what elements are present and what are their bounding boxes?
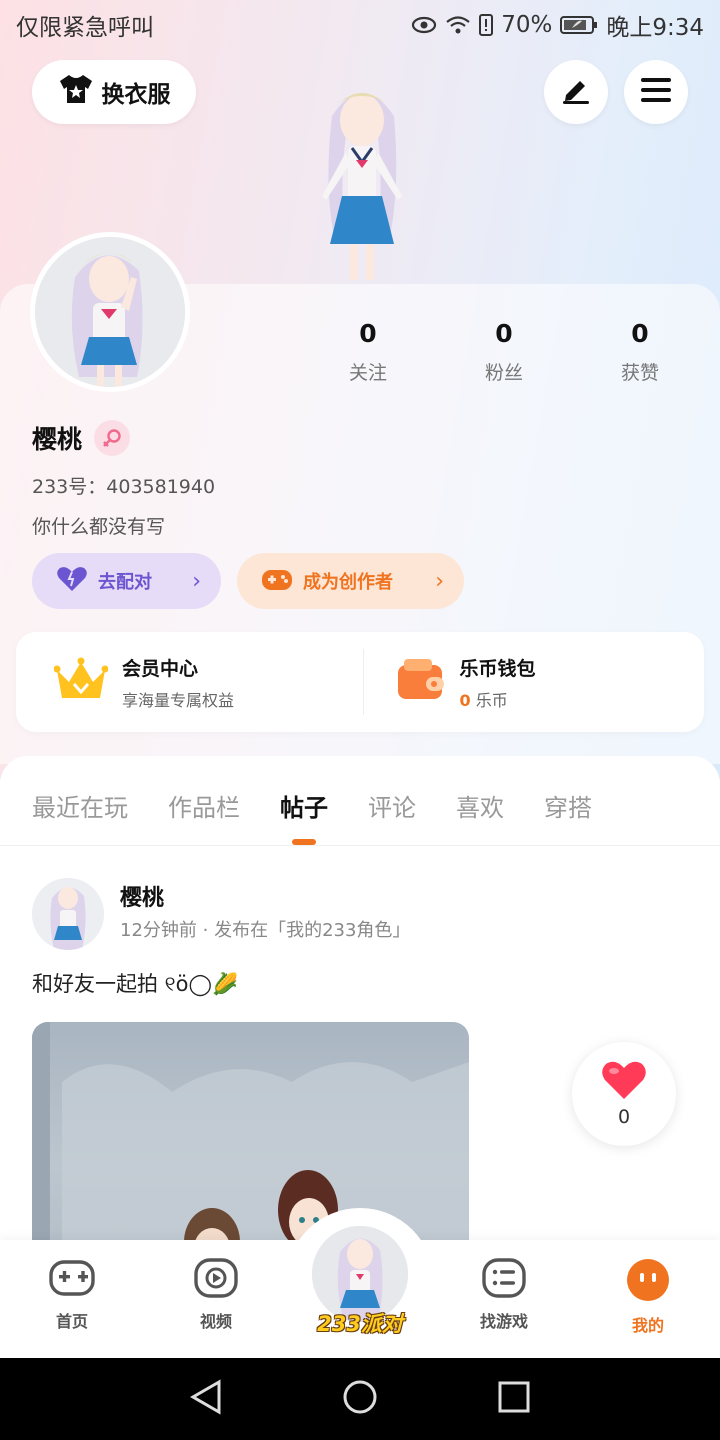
nav-home-label: 首页 <box>55 1312 88 1331</box>
chevron-right-icon: › <box>192 568 201 594</box>
edit-profile-button[interactable] <box>544 60 608 124</box>
list-icon <box>480 1258 528 1302</box>
tab-works[interactable]: 作品栏 <box>168 777 240 839</box>
tab-likes[interactable]: 喜欢 <box>456 777 504 839</box>
post-text: 和好友一起拍 ୧ö◯🌽 <box>32 972 239 996</box>
nav-find-games-label: 找游戏 <box>479 1312 528 1331</box>
profile-name: 樱桃 <box>32 425 83 454</box>
shirt-icon <box>58 73 94 111</box>
profile-avatar[interactable] <box>30 232 190 392</box>
wallet-title: 乐币钱包 <box>459 657 536 680</box>
match-button[interactable]: 去配对 › <box>32 553 221 609</box>
carrier-text: 仅限紧急呼叫 <box>16 15 154 41</box>
heart-icon <box>601 1060 647 1104</box>
like-button[interactable]: 0 <box>572 1042 676 1146</box>
change-outfit-label: 换衣服 <box>101 82 171 108</box>
stat-followers-label: 粉丝 <box>484 362 523 384</box>
post-meta: 12分钟前 · 发布在「我的233角色」 <box>120 920 411 941</box>
eye-icon <box>411 16 437 34</box>
profile-stats: 0 关注 0 粉丝 0 获赞 <box>300 316 720 385</box>
gamepad-icon <box>261 566 293 597</box>
chevron-right-icon: › <box>435 568 444 594</box>
system-navigation-bar <box>0 1358 720 1440</box>
face-icon <box>625 1258 671 1306</box>
alert-icon <box>479 14 494 36</box>
tab-comments[interactable]: 评论 <box>368 777 416 839</box>
heart-icon <box>56 566 88 597</box>
back-icon[interactable] <box>189 1379 223 1419</box>
recents-icon[interactable] <box>497 1380 531 1418</box>
tab-outfits[interactable]: 穿搭 <box>544 777 592 839</box>
change-outfit-button[interactable]: 换衣服 <box>32 60 196 124</box>
female-icon <box>94 420 131 456</box>
tab-recently-played[interactable]: 最近在玩 <box>32 777 128 839</box>
nav-home[interactable]: 首页 <box>22 1258 122 1332</box>
menu-button[interactable] <box>624 60 688 124</box>
stat-followers[interactable]: 0 粉丝 <box>436 316 572 385</box>
play-icon <box>192 1258 240 1302</box>
wifi-icon <box>445 15 471 35</box>
battery-percent: 70% <box>501 12 553 38</box>
nav-me[interactable]: 我的 <box>598 1258 698 1336</box>
character-figure[interactable] <box>282 76 442 286</box>
member-center-subtitle: 享海量专属权益 <box>122 690 235 710</box>
stat-likes[interactable]: 0 获赞 <box>572 316 708 385</box>
stat-likes-value: 0 <box>631 319 649 348</box>
status-bar: 仅限紧急呼叫 70% 晚上9:34 <box>0 0 720 50</box>
wallet-amount: 0 <box>459 690 471 710</box>
gamepad-icon <box>48 1258 96 1302</box>
stat-following-label: 关注 <box>348 362 387 384</box>
profile-bio: 你什么都没有写 <box>32 516 166 538</box>
user-id: 233号：403581940 <box>32 476 216 498</box>
stat-followers-value: 0 <box>495 319 513 348</box>
member-wallet-card: 会员中心 享海量专属权益 乐币钱包 0 乐币 <box>16 632 704 732</box>
post-author-name[interactable]: 樱桃 <box>120 880 164 912</box>
crown-icon <box>53 656 109 708</box>
stat-likes-label: 获赞 <box>620 362 659 384</box>
pencil-icon <box>560 75 592 109</box>
stat-following[interactable]: 0 关注 <box>300 316 436 385</box>
wallet-unit: 乐币 <box>475 690 508 710</box>
nav-party-label[interactable]: 233派对 <box>308 1308 412 1338</box>
stat-following-value: 0 <box>359 319 377 348</box>
nav-video-label: 视频 <box>199 1312 232 1331</box>
member-center-title: 会员中心 <box>122 657 199 680</box>
nav-me-label: 我的 <box>631 1316 664 1335</box>
become-creator-label: 成为创作者 <box>303 572 393 593</box>
like-count: 0 <box>617 1106 631 1128</box>
tab-posts[interactable]: 帖子 <box>280 777 328 845</box>
nav-find-games[interactable]: 找游戏 <box>454 1258 554 1332</box>
wallet-balance: 0 乐币 <box>460 687 536 711</box>
become-creator-button[interactable]: 成为创作者 › <box>237 553 464 609</box>
wallet-entry[interactable]: 乐币钱包 0 乐币 <box>362 649 705 715</box>
wallet-icon <box>396 657 446 707</box>
post-author-avatar[interactable] <box>32 878 104 950</box>
match-label: 去配对 <box>98 572 152 593</box>
name-row: 樱桃 <box>32 420 131 456</box>
hamburger-icon <box>640 77 672 107</box>
profile-tabs: 最近在玩 作品栏 帖子 评论 喜欢 穿搭 <box>0 770 720 846</box>
battery-icon <box>560 15 598 35</box>
clock-text: 晚上9:34 <box>606 15 704 41</box>
nav-video[interactable]: 视频 <box>166 1258 266 1332</box>
member-center-entry[interactable]: 会员中心 享海量专属权益 <box>16 632 363 732</box>
home-icon[interactable] <box>342 1379 378 1419</box>
